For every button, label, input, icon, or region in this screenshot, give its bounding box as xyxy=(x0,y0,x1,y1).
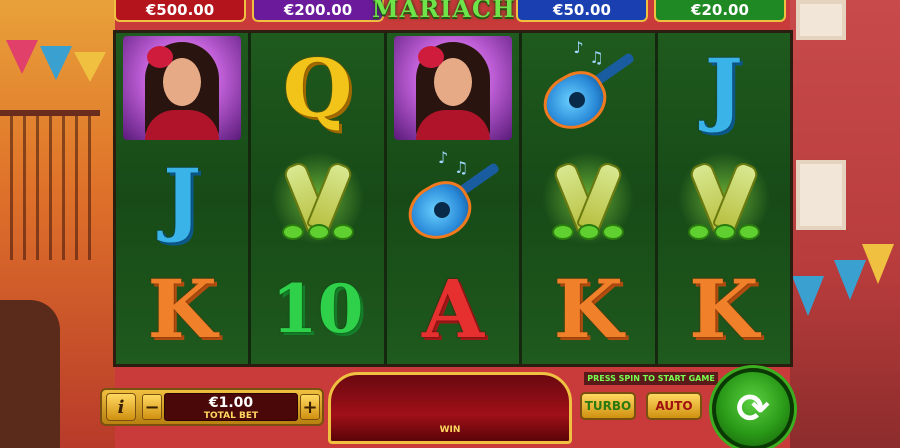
jackpot-bar: €500.00 €200.00 MARIACHI €50.00 €20.00 xyxy=(108,0,792,24)
reel-3: ♪ ♫ A xyxy=(386,33,523,364)
letter-symbol-k: K xyxy=(553,261,624,356)
win-label: WIN xyxy=(439,425,461,435)
jackpot-major: €200.00 xyxy=(252,0,384,22)
letter-symbol-k: K xyxy=(147,261,217,356)
balcony xyxy=(0,110,100,260)
jackpot-grand: €500.00 xyxy=(114,0,246,22)
symbol-cell: 10 xyxy=(251,254,383,364)
bet-label: TOTAL BET xyxy=(203,411,259,421)
symbol-cell xyxy=(251,143,383,253)
reel-grid: J K Q 10 ♪ ♫ A ♪ ♫ K J K xyxy=(113,30,793,367)
mariachi-woman-symbol xyxy=(394,36,513,141)
reel-1: JK xyxy=(116,33,252,364)
jackpot-value: €500.00 xyxy=(145,1,215,19)
symbol-cell xyxy=(522,143,654,253)
window xyxy=(796,0,846,40)
background-right-building xyxy=(790,0,900,448)
bet-increase-button[interactable]: + xyxy=(300,394,320,420)
bunting-flag xyxy=(74,52,106,82)
symbol-cell xyxy=(658,143,790,253)
symbol-cell: Q xyxy=(251,33,383,143)
symbol-cell xyxy=(116,33,248,143)
letter-symbol-a: A xyxy=(421,261,485,356)
bet-panel: i − €1.00 TOTAL BET + xyxy=(100,388,324,426)
jackpot-minor: €50.00 xyxy=(516,0,648,22)
bunting-flag xyxy=(792,276,824,316)
bet-amount: €1.00 xyxy=(208,395,254,411)
reel-5: JK xyxy=(657,33,791,364)
turbo-button[interactable]: TURBO xyxy=(580,392,636,420)
auto-button[interactable]: AUTO xyxy=(646,392,702,420)
letter-symbol-j: J xyxy=(704,41,743,136)
bet-display: €1.00 TOTAL BET xyxy=(164,393,298,421)
bottles-symbol xyxy=(538,148,639,249)
jackpot-value: €50.00 xyxy=(553,1,611,19)
symbol-cell: K xyxy=(658,254,790,364)
mariachi-woman-symbol xyxy=(123,36,242,141)
refresh-icon: ⟳ xyxy=(736,386,770,432)
bunting-flag xyxy=(40,46,72,80)
door xyxy=(0,300,60,448)
bottles-symbol xyxy=(267,148,368,249)
control-bar: i − €1.00 TOTAL BET + WIN PRESS SPIN TO … xyxy=(100,368,800,448)
jackpot-mini: €20.00 xyxy=(654,0,786,22)
win-display: WIN xyxy=(328,372,572,444)
reel-4: ♪ ♫ K xyxy=(522,33,658,364)
reel-2: Q 10 xyxy=(251,33,387,364)
letter-symbol-k: K xyxy=(689,261,759,356)
bunting-flag xyxy=(862,244,894,284)
background-left-building xyxy=(0,0,115,448)
guitar-symbol: ♪ ♫ xyxy=(398,146,508,251)
letter-symbol-q: Q xyxy=(282,41,353,136)
symbol-cell: A xyxy=(387,254,519,364)
symbol-cell: ♪ ♫ xyxy=(522,33,654,143)
symbol-cell xyxy=(387,33,519,143)
letter-symbol-10: 10 xyxy=(271,269,364,348)
info-button[interactable]: i xyxy=(106,393,136,421)
window xyxy=(796,160,846,230)
symbol-cell: J xyxy=(658,33,790,143)
start-hint: PRESS SPIN TO START GAME xyxy=(584,372,718,385)
guitar-symbol: ♪ ♫ xyxy=(533,36,643,141)
symbol-cell: K xyxy=(522,254,654,364)
spin-button[interactable]: ⟳ xyxy=(712,368,794,448)
letter-symbol-j: J xyxy=(163,151,202,246)
bottles-symbol xyxy=(673,148,774,249)
symbol-cell: ♪ ♫ xyxy=(387,143,519,253)
symbol-cell: K xyxy=(116,254,248,364)
jackpot-value: €200.00 xyxy=(283,1,353,19)
symbol-cell: J xyxy=(116,143,248,253)
jackpot-value: €20.00 xyxy=(691,1,749,19)
game-logo: MARIACHI xyxy=(372,0,528,23)
bunting-flag xyxy=(6,40,38,74)
bet-decrease-button[interactable]: − xyxy=(142,394,162,420)
